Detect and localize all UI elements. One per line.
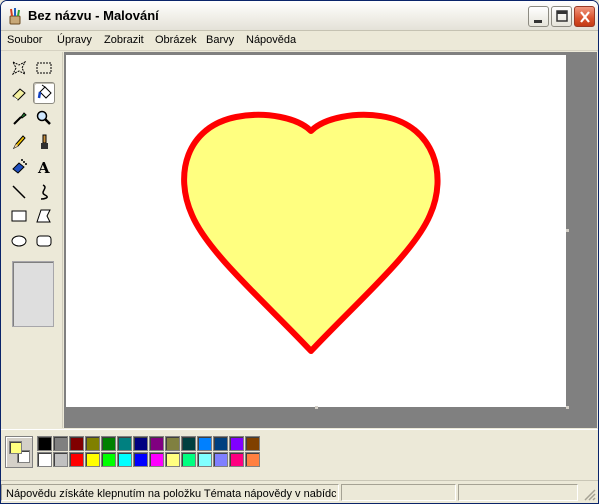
fill-tool[interactable] (33, 82, 55, 104)
palette-swatch[interactable] (101, 436, 116, 451)
text-tool[interactable]: A (33, 156, 55, 178)
rectangle-icon (11, 210, 27, 222)
status-bar: Nápovědu získáte klepnutím na položku Té… (1, 480, 598, 503)
color-palette (1, 429, 598, 479)
palette-swatch[interactable] (197, 436, 212, 451)
minimize-icon (534, 20, 542, 23)
palette-swatch[interactable] (229, 452, 244, 467)
paint-brush-cup-icon (6, 7, 24, 25)
magnifier-icon (36, 110, 51, 125)
palette-swatch[interactable] (149, 436, 164, 451)
menu-zobrazit[interactable]: Zobrazit (104, 34, 144, 46)
palette-swatch[interactable] (133, 452, 148, 467)
resize-handle-right[interactable] (566, 229, 569, 232)
title-bar[interactable]: Bez názvu - Malování (1, 1, 598, 31)
window-title: Bez názvu - Malování (28, 8, 159, 23)
maximize-button[interactable] (551, 6, 572, 27)
menu-barvy[interactable]: Barvy (206, 34, 234, 46)
palette-swatch[interactable] (69, 452, 84, 467)
heart-shape (181, 111, 441, 354)
palette-swatch[interactable] (245, 452, 260, 467)
drawing-canvas[interactable] (66, 55, 566, 407)
menu-upravy[interactable]: Úpravy (57, 34, 92, 46)
airbrush-icon (12, 159, 27, 174)
menu-bar: Soubor Úpravy Zobrazit Obrázek Barvy Náp… (1, 31, 598, 51)
palette-swatch[interactable] (69, 436, 84, 451)
eraser-icon (12, 88, 26, 101)
polygon-tool[interactable] (33, 205, 55, 227)
text-a-icon: A (37, 159, 50, 176)
palette-swatch[interactable] (117, 452, 132, 467)
palette-swatch[interactable] (53, 436, 68, 451)
palette-swatch[interactable] (181, 436, 196, 451)
canvas-scroll-area (64, 52, 597, 428)
menu-obrazek[interactable]: Obrázek (155, 34, 197, 46)
pencil-icon (12, 135, 26, 150)
eyedropper-icon (13, 112, 27, 125)
palette-swatch[interactable] (213, 436, 228, 451)
tool-options-panel[interactable] (12, 261, 54, 327)
status-position-cell (341, 484, 456, 501)
ellipse-icon (11, 235, 27, 247)
palette-swatch[interactable] (181, 452, 196, 467)
current-colors-box[interactable] (5, 436, 33, 468)
rect-select-tool[interactable] (33, 57, 55, 79)
pencil-tool[interactable] (8, 131, 30, 153)
eraser-tool[interactable] (8, 82, 30, 104)
palette-swatch[interactable] (37, 436, 52, 451)
magnifier-tool[interactable] (33, 107, 55, 129)
pick-color-tool[interactable] (8, 107, 30, 129)
curve-tool[interactable] (33, 181, 55, 203)
palette-swatch[interactable] (101, 452, 116, 467)
brush-tool[interactable] (33, 131, 55, 153)
ellipse-tool[interactable] (8, 230, 30, 252)
dashed-rect-icon (36, 62, 52, 74)
palette-swatch[interactable] (85, 436, 100, 451)
line-icon (12, 185, 26, 199)
rectangle-tool[interactable] (8, 205, 30, 227)
resize-grip-icon[interactable] (584, 489, 596, 501)
palette-swatch[interactable] (53, 452, 68, 467)
palette-swatch[interactable] (117, 436, 132, 451)
minimize-button[interactable] (528, 6, 549, 27)
palette-swatch[interactable] (197, 452, 212, 467)
airbrush-tool[interactable] (8, 156, 30, 178)
palette-swatch[interactable] (165, 436, 180, 451)
toolbox: A (1, 52, 63, 428)
palette-swatch[interactable] (37, 452, 52, 467)
status-size-cell (458, 484, 578, 501)
status-message-cell: Nápovědu získáte klepnutím na položku Té… (1, 484, 339, 501)
brush-icon (41, 134, 48, 149)
palette-swatch[interactable] (149, 452, 164, 467)
free-form-select-tool[interactable] (8, 57, 30, 79)
maximize-icon (556, 10, 568, 22)
resize-handle-bottom[interactable] (315, 406, 318, 409)
curve-icon (40, 184, 48, 200)
palette-swatch[interactable] (133, 436, 148, 451)
status-message: Nápovědu získáte klepnutím na položku Té… (6, 488, 336, 500)
close-button[interactable] (574, 6, 595, 27)
palette-swatch[interactable] (213, 452, 228, 467)
rounded-rect-icon (36, 235, 52, 247)
menu-napoveda[interactable]: Nápověda (246, 34, 296, 46)
paint-bucket-icon (37, 84, 52, 99)
paint-window: Bez názvu - Malování Soubor Úpravy Zobra… (0, 0, 599, 504)
rounded-rectangle-tool[interactable] (33, 230, 55, 252)
menu-soubor[interactable]: Soubor (7, 34, 42, 46)
resize-handle-corner[interactable] (566, 406, 569, 409)
foreground-color-swatch[interactable] (9, 441, 22, 454)
close-icon (580, 11, 590, 23)
palette-swatch[interactable] (245, 436, 260, 451)
palette-swatch[interactable] (85, 452, 100, 467)
line-tool[interactable] (8, 181, 30, 203)
palette-swatch[interactable] (229, 436, 244, 451)
heart-drawing (181, 111, 441, 354)
polygon-icon (36, 209, 51, 223)
palette-swatch[interactable] (165, 452, 180, 467)
svg-text:A: A (37, 159, 50, 176)
star-select-icon (11, 60, 27, 76)
